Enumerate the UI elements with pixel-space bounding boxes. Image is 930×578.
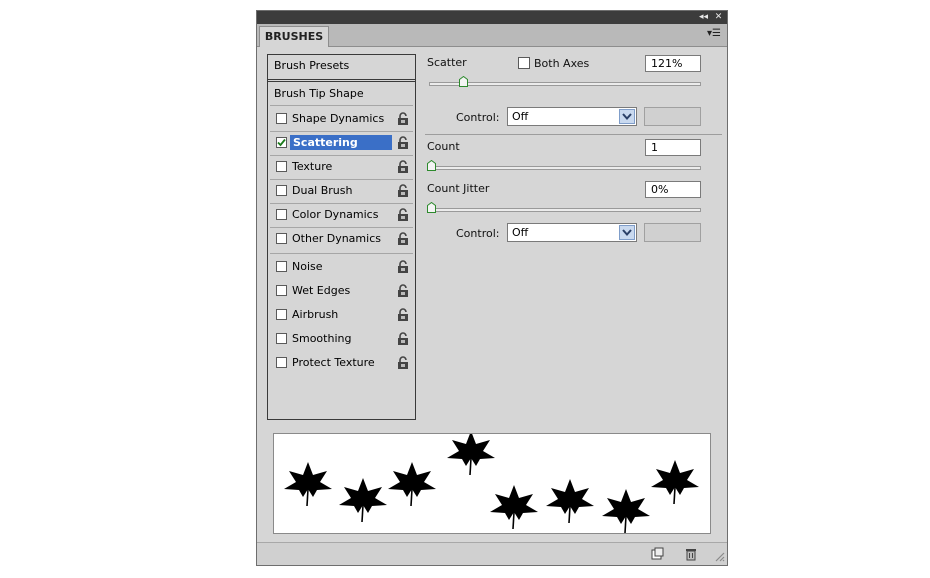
list-item-color-dynamics[interactable]: Color Dynamics [268,203,415,227]
color-dynamics-checkbox[interactable] [276,209,287,220]
maple-leaf-stamp [283,461,333,507]
lock-icon[interactable] [396,284,410,298]
trash-icon[interactable] [684,547,698,561]
list-item-label: Dual Brush [292,184,353,197]
both-axes-checkbox[interactable] [518,57,530,69]
list-item-label: Noise [292,260,323,273]
list-item-wet-edges[interactable]: Wet Edges [268,279,415,303]
lock-icon[interactable] [396,332,410,346]
brushes-panel: ◂◂ ✕ BRUSHES ▾☰ Brush Presets Brush Tip … [256,10,728,566]
count-jitter-field-disabled [644,223,701,242]
list-item-dual-brush[interactable]: Dual Brush [268,179,415,203]
lock-icon[interactable] [396,260,410,274]
lock-icon[interactable] [396,160,410,174]
panel-menu-icon[interactable]: ▾☰ [707,28,721,39]
both-axes-label: Both Axes [534,57,590,70]
wet-edges-checkbox[interactable] [276,285,287,296]
noise-checkbox[interactable] [276,261,287,272]
shape-dynamics-checkbox[interactable] [276,113,287,124]
list-item-label: Shape Dynamics [292,112,385,125]
list-item-label: Protect Texture [292,356,375,369]
checkmark-icon [277,138,286,147]
lock-icon[interactable] [396,308,410,322]
maple-leaf-stamp [387,461,437,507]
scatter-label: Scatter [427,56,467,69]
count-jitter-control-label: Control: [456,227,500,240]
section-divider [425,134,722,135]
scatter-control-label: Control: [456,111,500,124]
count-jitter-control-select[interactable]: Off [507,223,637,242]
count-label: Count [427,140,460,153]
list-item-label: Smoothing [292,332,352,345]
list-item-label: Texture [292,160,333,173]
maple-leaf-stamp [545,478,595,524]
tab-row: BRUSHES ▾☰ [257,24,727,47]
chevron-down-icon[interactable] [619,109,635,124]
scatter-input[interactable]: 121% [645,55,701,72]
list-item-label: Color Dynamics [292,208,379,221]
list-item-airbrush[interactable]: Airbrush [268,303,415,327]
new-brush-icon[interactable] [650,547,664,561]
list-item-texture[interactable]: Texture [268,155,415,179]
list-item-label: Other Dynamics [292,232,381,245]
maple-leaf-stamp [338,477,388,523]
list-item-other-dynamics[interactable]: Other Dynamics [268,227,415,251]
list-item-label: Airbrush [292,308,339,321]
lock-icon[interactable] [396,208,410,222]
scatter-control-value: Off [512,110,529,123]
list-item-scattering[interactable]: Scattering [268,131,415,155]
scatter-slider-thumb[interactable] [459,76,469,87]
scatter-slider[interactable] [429,82,701,86]
maple-leaf-stamp [650,459,700,505]
lock-icon[interactable] [396,184,410,198]
list-item-label: Scattering [290,135,392,150]
dual-brush-checkbox[interactable] [276,185,287,196]
panel-titlebar: ◂◂ ✕ [257,11,727,24]
count-slider-thumb[interactable] [427,160,436,171]
list-item-shape-dynamics[interactable]: Shape Dynamics [268,107,415,131]
resize-grip-icon[interactable] [712,549,726,563]
collapse-icon[interactable]: ◂◂ [697,12,710,23]
stroke-preview-canvas [283,430,700,534]
stroke-preview [273,430,711,534]
lock-icon[interactable] [396,356,410,370]
airbrush-checkbox[interactable] [276,309,287,320]
close-icon[interactable]: ✕ [712,12,725,23]
list-item-smoothing[interactable]: Smoothing [268,327,415,351]
lock-icon[interactable] [396,232,410,246]
maple-leaf-stamp [489,484,539,530]
maple-leaf-stamp [446,430,496,476]
scatter-control-select[interactable]: Off [507,107,637,126]
brush-presets-item[interactable]: Brush Presets [268,55,415,82]
lock-icon[interactable] [396,112,410,126]
panel-bottom-bar [257,542,727,565]
brush-tip-shape-item[interactable]: Brush Tip Shape [268,83,415,105]
lock-icon[interactable] [396,136,410,150]
brush-settings-list: Brush Presets Brush Tip Shape Shape Dyna… [267,54,416,420]
scatter-jitter-field-disabled [644,107,701,126]
count-jitter-label: Count Jitter [427,182,490,195]
protect-texture-checkbox[interactable] [276,357,287,368]
list-item-protect-texture[interactable]: Protect Texture [268,351,415,375]
count-jitter-input[interactable]: 0% [645,181,701,198]
count-jitter-slider-thumb[interactable] [427,202,436,213]
texture-checkbox[interactable] [276,161,287,172]
scattering-checkbox[interactable] [276,137,287,148]
list-item-noise[interactable]: Noise [268,255,415,279]
other-dynamics-checkbox[interactable] [276,233,287,244]
list-divider [270,253,413,254]
count-jitter-control-value: Off [512,226,529,239]
count-input[interactable]: 1 [645,139,701,156]
list-item-label: Wet Edges [292,284,351,297]
chevron-down-icon[interactable] [619,225,635,240]
count-slider[interactable] [429,166,701,170]
count-jitter-slider[interactable] [429,208,701,212]
list-divider [270,105,413,106]
smoothing-checkbox[interactable] [276,333,287,344]
maple-leaf-stamp [601,488,651,534]
tab-brushes[interactable]: BRUSHES [259,26,329,47]
